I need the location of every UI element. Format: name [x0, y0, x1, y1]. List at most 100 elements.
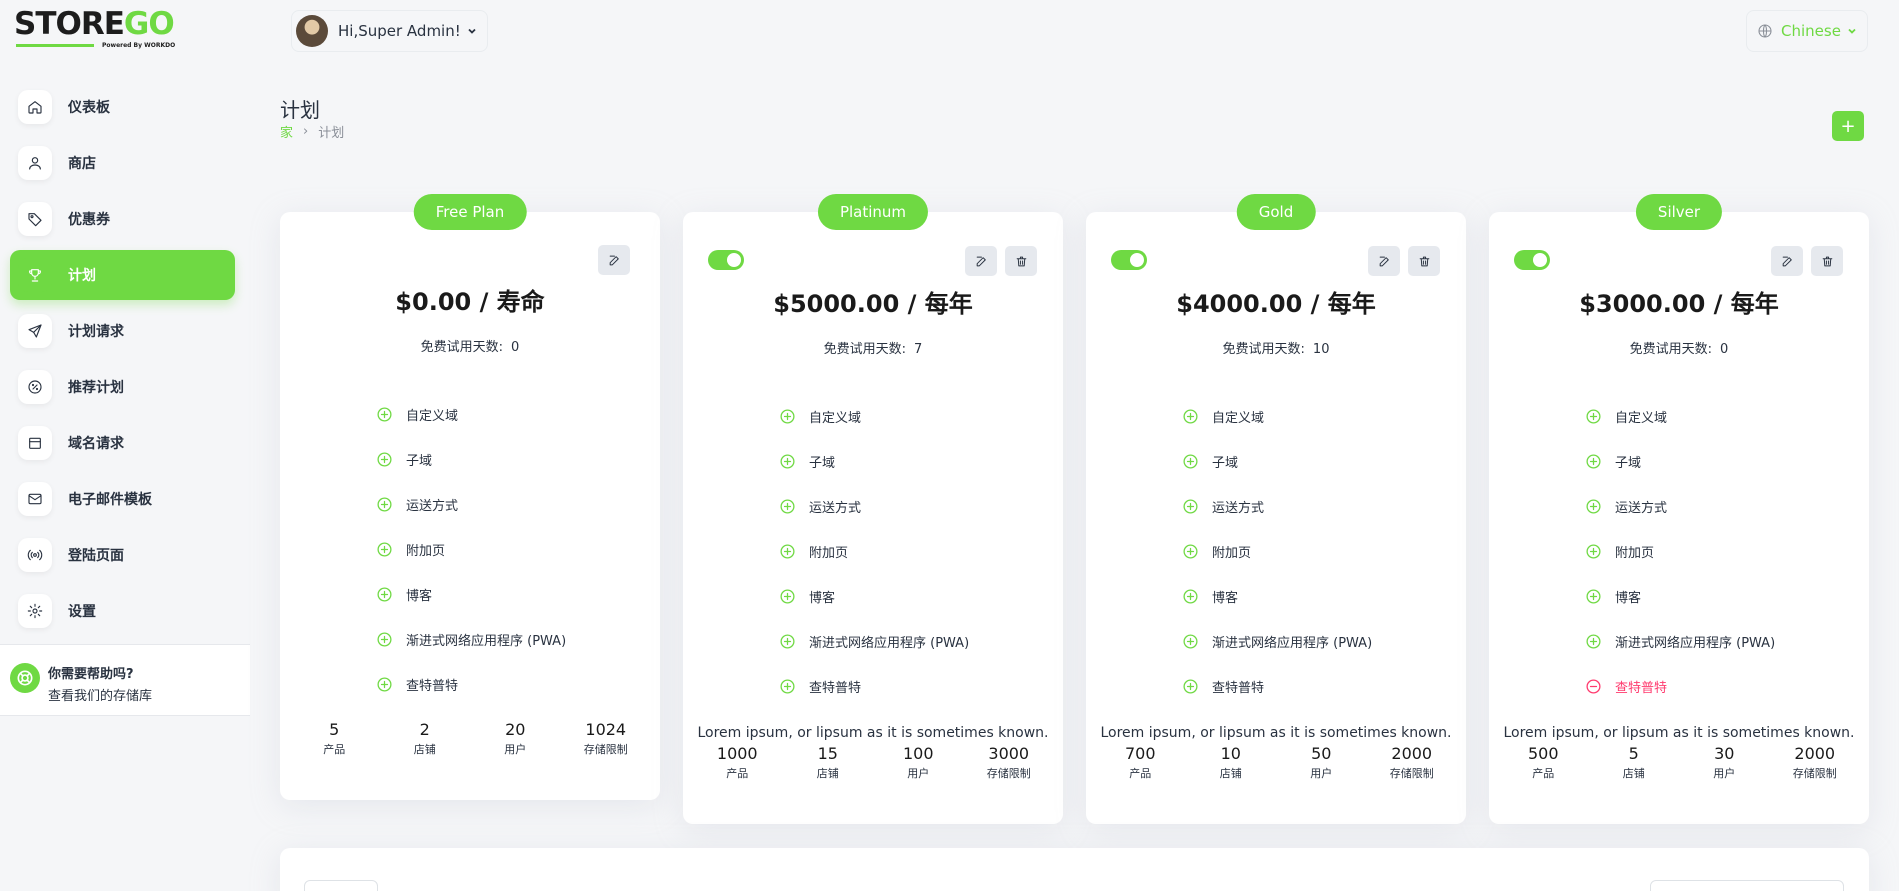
- plan-price: $4000.00 / 每年: [1176, 290, 1376, 318]
- globe-icon: [1758, 24, 1772, 38]
- stat-products: 700 产品: [1095, 744, 1186, 781]
- plan-trial: 免费试用天数: 7: [683, 338, 1063, 357]
- plan-name-badge: Silver: [1635, 194, 1723, 230]
- stat-value: 100: [902, 744, 934, 763]
- add-plan-button[interactable]: +: [1832, 111, 1864, 141]
- stat-storage: 2000 存储限制: [1367, 744, 1458, 781]
- feature-label: 博客: [1212, 591, 1239, 606]
- stat-label: 用户: [907, 767, 930, 780]
- help-title: 你需要帮助吗?: [48, 667, 134, 682]
- sidebar-item-landing-page[interactable]: 登陆页面: [10, 530, 235, 580]
- feature-label: 附加页: [406, 544, 446, 559]
- plan-active-toggle[interactable]: [1514, 250, 1550, 270]
- plan-stats: 5 产品 2 店铺 20 用户 1024 存储限制: [289, 720, 651, 757]
- trophy-icon: [18, 258, 52, 292]
- plus-circle-icon: [1586, 499, 1601, 514]
- user-menu-button[interactable]: Hi,Super Admin!: [291, 10, 488, 52]
- stat-value: 15: [817, 744, 838, 763]
- feature-item: 子域: [376, 437, 566, 482]
- stat-value: 2: [419, 720, 430, 739]
- entries-per-page-select[interactable]: [304, 880, 378, 891]
- plus-circle-icon: [377, 407, 392, 422]
- delete-plan-button[interactable]: [1408, 246, 1440, 276]
- stat-label: 存储限制: [1389, 767, 1434, 780]
- feature-label: 渐进式网络应用程序 (PWA): [1212, 636, 1373, 651]
- plus-circle-icon: [780, 409, 795, 424]
- feature-label: 查特普特: [809, 681, 862, 696]
- edit-icon: [1782, 256, 1792, 266]
- plus-circle-icon: [1183, 454, 1198, 469]
- plan-feature-list: 自定义域 子域 运送方式 附加页 博客 渐进式网络应用程序 (PWA) 查特普特: [1182, 394, 1372, 709]
- feature-item: 子域: [779, 439, 969, 484]
- plan-description: Lorem ipsum, or lipsum as it is sometime…: [1100, 725, 1452, 741]
- feature-item: 查特普特: [1182, 664, 1372, 709]
- feature-label: 渐进式网络应用程序 (PWA): [1615, 636, 1776, 651]
- edit-icon: [1379, 256, 1389, 266]
- feature-item: 博客: [1585, 574, 1775, 619]
- plan-orders-card: [280, 848, 1869, 891]
- tag-icon: [18, 202, 52, 236]
- lifebuoy-icon: [10, 663, 40, 693]
- stat-users: 50 用户: [1276, 744, 1367, 781]
- table-search-input[interactable]: [1650, 880, 1844, 891]
- trial-label: 免费试用天数:: [420, 340, 504, 355]
- mail-icon: [18, 482, 52, 516]
- plus-circle-icon: [780, 589, 795, 604]
- feature-item: 渐进式网络应用程序 (PWA): [779, 619, 969, 664]
- stat-label: 用户: [1310, 767, 1333, 780]
- feature-item: 附加页: [779, 529, 969, 574]
- edit-plan-button[interactable]: [1771, 246, 1803, 276]
- trial-days: 7: [914, 342, 923, 357]
- stat-value: 700: [1124, 744, 1156, 763]
- sidebar-item-dashboard[interactable]: 仪表板: [10, 82, 235, 132]
- help-subtitle[interactable]: 查看我们的存储库: [48, 685, 152, 704]
- stat-value: 10: [1220, 744, 1241, 763]
- plan-active-toggle[interactable]: [1111, 250, 1147, 270]
- language-selector[interactable]: Chinese: [1746, 10, 1868, 52]
- stat-label: 店铺: [1622, 767, 1645, 780]
- sidebar-item-label: 仪表板: [68, 100, 110, 116]
- feature-label: 子域: [809, 456, 836, 471]
- breadcrumb-home-link[interactable]: 家: [280, 122, 293, 141]
- sidebar-item-label: 商店: [68, 156, 96, 172]
- user-greeting: Hi,Super Admin!: [338, 22, 461, 40]
- plus-circle-icon: [1183, 499, 1198, 514]
- sidebar-item-plans[interactable]: 计划: [10, 250, 235, 300]
- storego-logo[interactable]: STOREGO Powered By WORKDO: [14, 8, 184, 52]
- stat-value: 1000: [716, 744, 758, 763]
- plan-card-free: Free Plan $0.00 / 寿命 免费试用天数: 0 自定义域 子域 运送…: [280, 194, 660, 800]
- edit-plan-button[interactable]: [598, 245, 630, 275]
- plan-price: $3000.00 / 每年: [1579, 290, 1779, 318]
- sidebar-item-coupons[interactable]: 优惠券: [10, 194, 235, 244]
- plan-active-toggle[interactable]: [708, 250, 744, 270]
- plus-circle-icon: [780, 679, 795, 694]
- feature-item: 渐进式网络应用程序 (PWA): [376, 617, 566, 662]
- trial-days: 0: [1720, 342, 1729, 357]
- sidebar-item-domain-requests[interactable]: 域名请求: [10, 418, 235, 468]
- edit-plan-button[interactable]: [965, 246, 997, 276]
- sidebar-item-plan-requests[interactable]: 计划请求: [10, 306, 235, 356]
- sidebar-item-stores[interactable]: 商店: [10, 138, 235, 188]
- sidebar-item-referral[interactable]: 推荐计划: [10, 362, 235, 412]
- stat-value: 20: [505, 720, 526, 739]
- stat-value: 2000: [1391, 744, 1433, 763]
- feature-label: 附加页: [1212, 546, 1252, 561]
- stat-label: 产品: [1532, 767, 1555, 780]
- stat-value: 5: [1628, 744, 1639, 763]
- plus-circle-icon: [377, 587, 392, 602]
- language-label: Chinese: [1781, 22, 1841, 40]
- delete-plan-button[interactable]: [1811, 246, 1843, 276]
- sidebar-item-label: 电子邮件模板: [68, 492, 152, 508]
- home-icon: [18, 90, 52, 124]
- delete-plan-button[interactable]: [1005, 246, 1037, 276]
- sidebar-item-settings[interactable]: 设置: [10, 586, 235, 636]
- plus-circle-icon: [780, 634, 795, 649]
- plus-circle-icon: [1586, 544, 1601, 559]
- help-box[interactable]: 你需要帮助吗? 查看我们的存储库: [0, 644, 250, 716]
- feature-label: 博客: [809, 591, 836, 606]
- edit-plan-button[interactable]: [1368, 246, 1400, 276]
- sidebar-item-email-templates[interactable]: 电子邮件模板: [10, 474, 235, 524]
- sidebar-item-label: 设置: [68, 604, 96, 620]
- feature-item: 运送方式: [1182, 484, 1372, 529]
- plan-description: Lorem ipsum, or lipsum as it is sometime…: [697, 725, 1049, 741]
